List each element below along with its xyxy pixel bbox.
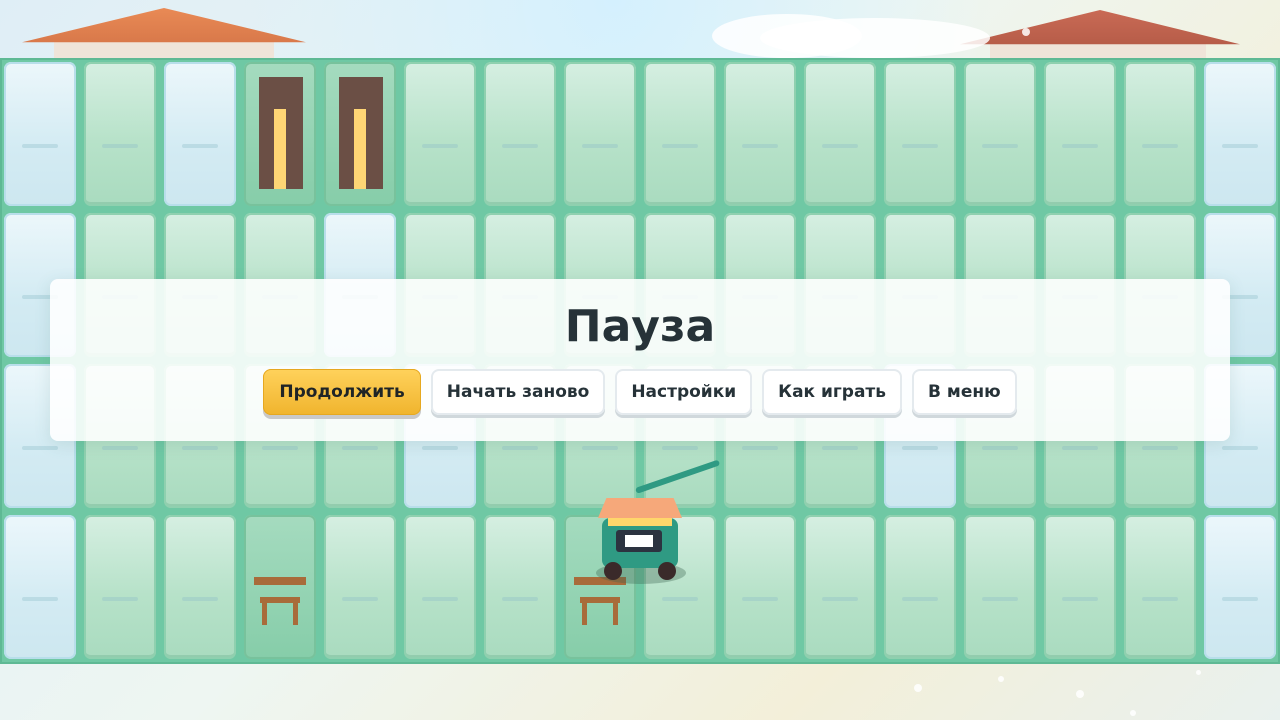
- grass-tile: [484, 62, 556, 206]
- cloud: [760, 18, 990, 58]
- grass-tile: [84, 62, 156, 206]
- ice-tile: [4, 62, 76, 206]
- snow-particle: [1022, 28, 1030, 36]
- pause-title: Пауза: [564, 301, 716, 352]
- grass-tile: [404, 515, 476, 659]
- snow-particle: [998, 676, 1004, 682]
- door: [339, 77, 383, 189]
- grass-tile: [84, 515, 156, 659]
- grass-tile: [484, 515, 556, 659]
- snow-particle: [1130, 710, 1136, 716]
- door-light: [354, 109, 366, 189]
- pause-buttons: Продолжить Начать заново Настройки Как и…: [50, 369, 1230, 417]
- house-right: [960, 10, 1240, 60]
- grass-tile: [324, 515, 396, 659]
- ice-tile: [164, 62, 236, 206]
- grass-tile: [1124, 62, 1196, 206]
- door-light: [274, 109, 286, 189]
- grass-tile: [1044, 515, 1116, 659]
- grass-tile: [884, 515, 956, 659]
- ice-tile: [1204, 62, 1276, 206]
- continue-button[interactable]: Продолжить: [263, 369, 421, 415]
- grass-tile: [724, 62, 796, 206]
- grass-tile: [1044, 62, 1116, 206]
- settings-button[interactable]: Настройки: [615, 369, 753, 415]
- snow-particle: [1076, 690, 1084, 698]
- how-to-play-button[interactable]: Как играть: [762, 369, 903, 415]
- grass-tile: [164, 515, 236, 659]
- snow-particle: [914, 684, 922, 692]
- ice-tile: [4, 515, 76, 659]
- restart-button[interactable]: Начать заново: [430, 369, 606, 415]
- grass-tile: [404, 62, 476, 206]
- grass-tile: [884, 62, 956, 206]
- grass-tile: [724, 515, 796, 659]
- grass-tile: [804, 62, 876, 206]
- bench: [254, 577, 306, 625]
- grass-tile: [644, 62, 716, 206]
- house-left: [22, 8, 306, 60]
- grass-tile: [964, 515, 1036, 659]
- snow-particle: [1196, 670, 1201, 675]
- player-cart: [592, 459, 722, 590]
- grass-tile: [964, 62, 1036, 206]
- pause-panel: Пауза Продолжить Начать заново Настройки…: [50, 279, 1230, 441]
- main-menu-button[interactable]: В меню: [912, 369, 1017, 415]
- grass-tile: [564, 62, 636, 206]
- grass-tile: [804, 515, 876, 659]
- ice-tile: [1204, 515, 1276, 659]
- door: [259, 77, 303, 189]
- grass-tile: [1124, 515, 1196, 659]
